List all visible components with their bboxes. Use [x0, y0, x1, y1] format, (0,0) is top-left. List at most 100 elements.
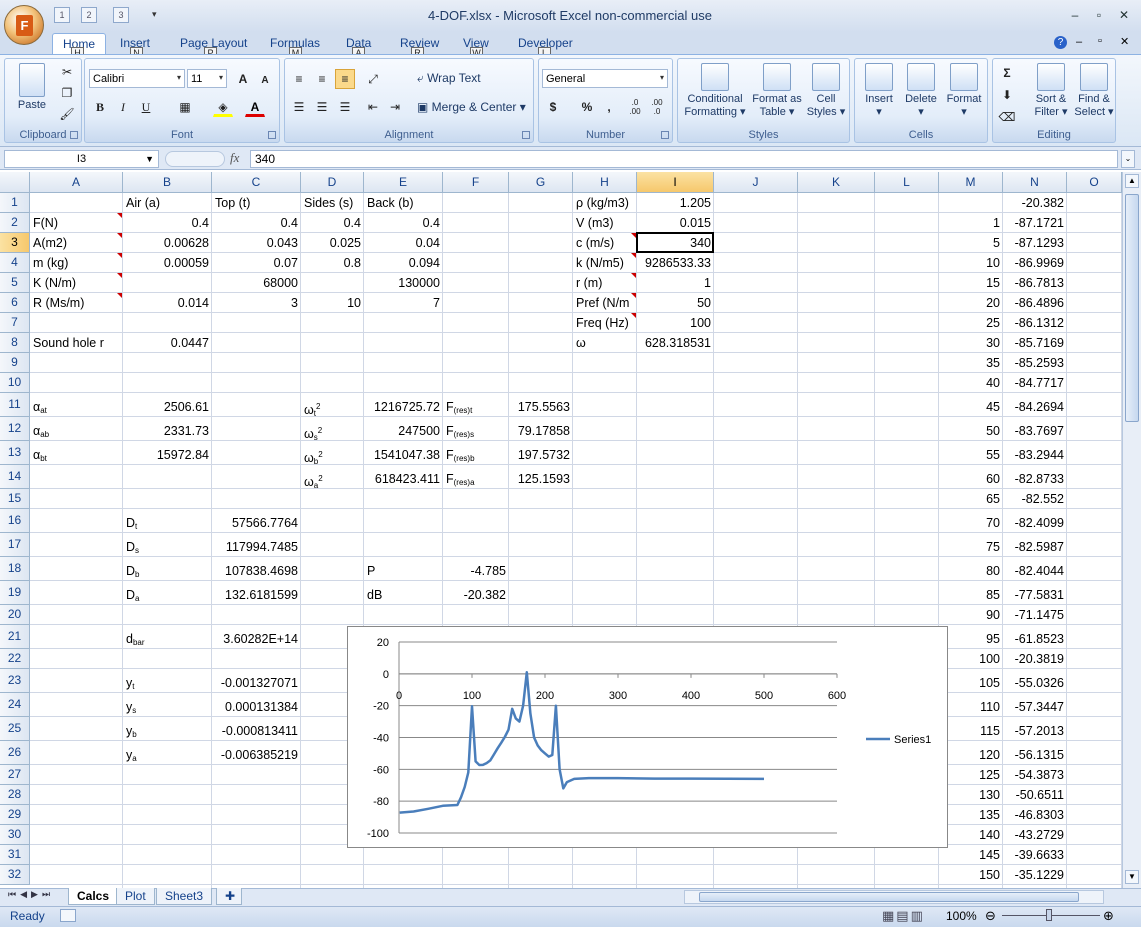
row-header-12[interactable]: 12: [0, 417, 30, 441]
cell-e3[interactable]: 0.04: [364, 234, 443, 252]
cell-n18[interactable]: -82.4044: [1003, 562, 1067, 580]
copy-icon[interactable]: ❐: [57, 83, 77, 103]
vertical-scrollbar[interactable]: ▲ ▼: [1122, 172, 1141, 888]
cell-e18[interactable]: P: [364, 562, 443, 580]
row-header-9[interactable]: 9: [0, 353, 30, 373]
cell-h2[interactable]: V (m3): [573, 214, 637, 232]
cell-d4[interactable]: 0.8: [301, 254, 364, 272]
grow-font-button[interactable]: A: [233, 69, 253, 89]
autosum-button[interactable]: Σ: [997, 63, 1017, 83]
cell-g14[interactable]: 125.1593: [509, 470, 573, 488]
cell-d3[interactable]: 0.025: [301, 234, 364, 252]
merge-center-button[interactable]: ▣ Merge & Center ▾: [417, 100, 526, 114]
increase-decimal-button[interactable]: .0 .00: [625, 97, 645, 117]
cell-n7[interactable]: -86.1312: [1003, 314, 1067, 332]
align-top-icon[interactable]: ≡: [289, 69, 309, 89]
underline-button[interactable]: U: [136, 97, 156, 117]
cell-g11[interactable]: 175.5563: [509, 398, 573, 416]
column-header-i[interactable]: I: [637, 172, 714, 193]
row-header-7[interactable]: 7: [0, 313, 30, 333]
cell-e12[interactable]: 247500: [364, 422, 443, 440]
cell-b12[interactable]: 2331.73: [123, 422, 212, 440]
number-format-box[interactable]: General ▾: [542, 69, 668, 88]
format-as-table-button[interactable]: Format as Table ▾: [752, 63, 802, 119]
cell-h4[interactable]: k (N/m5): [573, 254, 637, 272]
cell-d13[interactable]: ωb2: [301, 446, 364, 466]
cell-b17[interactable]: Ds: [123, 538, 212, 556]
cell-n14[interactable]: -82.8733: [1003, 470, 1067, 488]
column-header-o[interactable]: O: [1067, 172, 1122, 193]
save-icon[interactable]: 1: [54, 7, 70, 23]
column-header-l[interactable]: L: [875, 172, 939, 193]
cell-b19[interactable]: Da: [123, 586, 212, 604]
column-header-a[interactable]: A: [30, 172, 123, 193]
cell-g12[interactable]: 79.17858: [509, 422, 573, 440]
comma-button[interactable]: ,: [599, 97, 619, 117]
cell-e19[interactable]: dB: [364, 586, 443, 604]
maximize-icon[interactable]: ▫: [1092, 9, 1106, 21]
dialog-launcher-icon[interactable]: [70, 131, 78, 139]
cell-c2[interactable]: 0.4: [212, 214, 301, 232]
column-header-c[interactable]: C: [212, 172, 301, 193]
currency-button[interactable]: $: [543, 97, 563, 117]
cell-c18[interactable]: 107838.4698: [212, 562, 301, 580]
cell-b2[interactable]: 0.4: [123, 214, 212, 232]
formula-input[interactable]: 340: [250, 150, 1118, 168]
cell-i4[interactable]: 9286533.33: [637, 254, 714, 272]
cell-n32[interactable]: -35.1229: [1003, 866, 1067, 884]
embedded-chart[interactable]: 20 0 -20 -40 -60 -80 -100 0 100 200 300 400 500 600 Se…: [347, 626, 948, 848]
row-header-27[interactable]: 27: [0, 765, 30, 785]
insert-cells-button[interactable]: Insert ▾: [859, 63, 899, 119]
cell-d1[interactable]: Sides (s): [301, 194, 364, 212]
cell-d6[interactable]: 10: [301, 294, 364, 312]
row-header-1[interactable]: 1: [0, 193, 30, 213]
cell-f19[interactable]: -20.382: [443, 586, 509, 604]
delete-cells-button[interactable]: Delete ▾: [901, 63, 941, 119]
paste-button[interactable]: Paste: [11, 63, 53, 112]
row-header-32[interactable]: 32: [0, 865, 30, 885]
cell-h3[interactable]: c (m/s): [573, 234, 637, 252]
row-header-26[interactable]: 26: [0, 741, 30, 765]
scroll-down-icon[interactable]: ▼: [1125, 870, 1139, 884]
row-header-11[interactable]: 11: [0, 393, 30, 417]
cell-n21[interactable]: -61.8523: [1003, 630, 1067, 648]
increase-indent-icon[interactable]: ⇥: [385, 97, 405, 117]
cell-a11[interactable]: αat: [30, 398, 123, 416]
cell-n20[interactable]: -71.1475: [1003, 606, 1067, 624]
cell-b16[interactable]: Dt: [123, 514, 212, 532]
row-header-3[interactable]: 3: [0, 233, 30, 253]
minimize-icon[interactable]: ‒: [1068, 9, 1082, 21]
cell-m17[interactable]: 75: [939, 538, 1003, 556]
orientation-icon[interactable]: ⤢: [363, 69, 383, 89]
cell-n6[interactable]: -86.4896: [1003, 294, 1067, 312]
zoom-in-icon[interactable]: ⊕: [1103, 908, 1114, 924]
cell-m10[interactable]: 40: [939, 374, 1003, 392]
column-header-n[interactable]: N: [1003, 172, 1067, 193]
row-header-17[interactable]: 17: [0, 533, 30, 557]
expand-formula-bar-icon[interactable]: ⌄: [1121, 150, 1135, 168]
cell-i1[interactable]: 1.205: [637, 194, 714, 212]
cell-m12[interactable]: 50: [939, 422, 1003, 440]
row-header-24[interactable]: 24: [0, 693, 30, 717]
cell-b23[interactable]: yt: [123, 674, 212, 692]
row-header-5[interactable]: 5: [0, 273, 30, 293]
cell-m15[interactable]: 65: [939, 490, 1003, 508]
cell-b8[interactable]: 0.0447: [123, 334, 212, 352]
shrink-font-button[interactable]: A: [255, 71, 275, 91]
cell-n11[interactable]: -84.2694: [1003, 398, 1067, 416]
row-header-2[interactable]: 2: [0, 213, 30, 233]
cell-m11[interactable]: 45: [939, 398, 1003, 416]
cell-a6[interactable]: R (Ms/m): [30, 294, 123, 312]
cell-n31[interactable]: -39.6633: [1003, 846, 1067, 864]
cell-n28[interactable]: -50.6511: [1003, 786, 1067, 804]
column-header-f[interactable]: F: [443, 172, 509, 193]
cell-i5[interactable]: 1: [637, 274, 714, 292]
scroll-up-icon[interactable]: ▲: [1125, 174, 1139, 188]
cell-c25[interactable]: -0.000813411: [212, 722, 301, 740]
font-name-box[interactable]: Calibri ▾: [89, 69, 185, 88]
cell-m19[interactable]: 85: [939, 586, 1003, 604]
zoom-out-icon[interactable]: ⊖: [985, 908, 996, 924]
redo-icon[interactable]: 3: [113, 7, 129, 23]
dialog-launcher-icon[interactable]: [268, 131, 276, 139]
cell-b18[interactable]: Db: [123, 562, 212, 580]
